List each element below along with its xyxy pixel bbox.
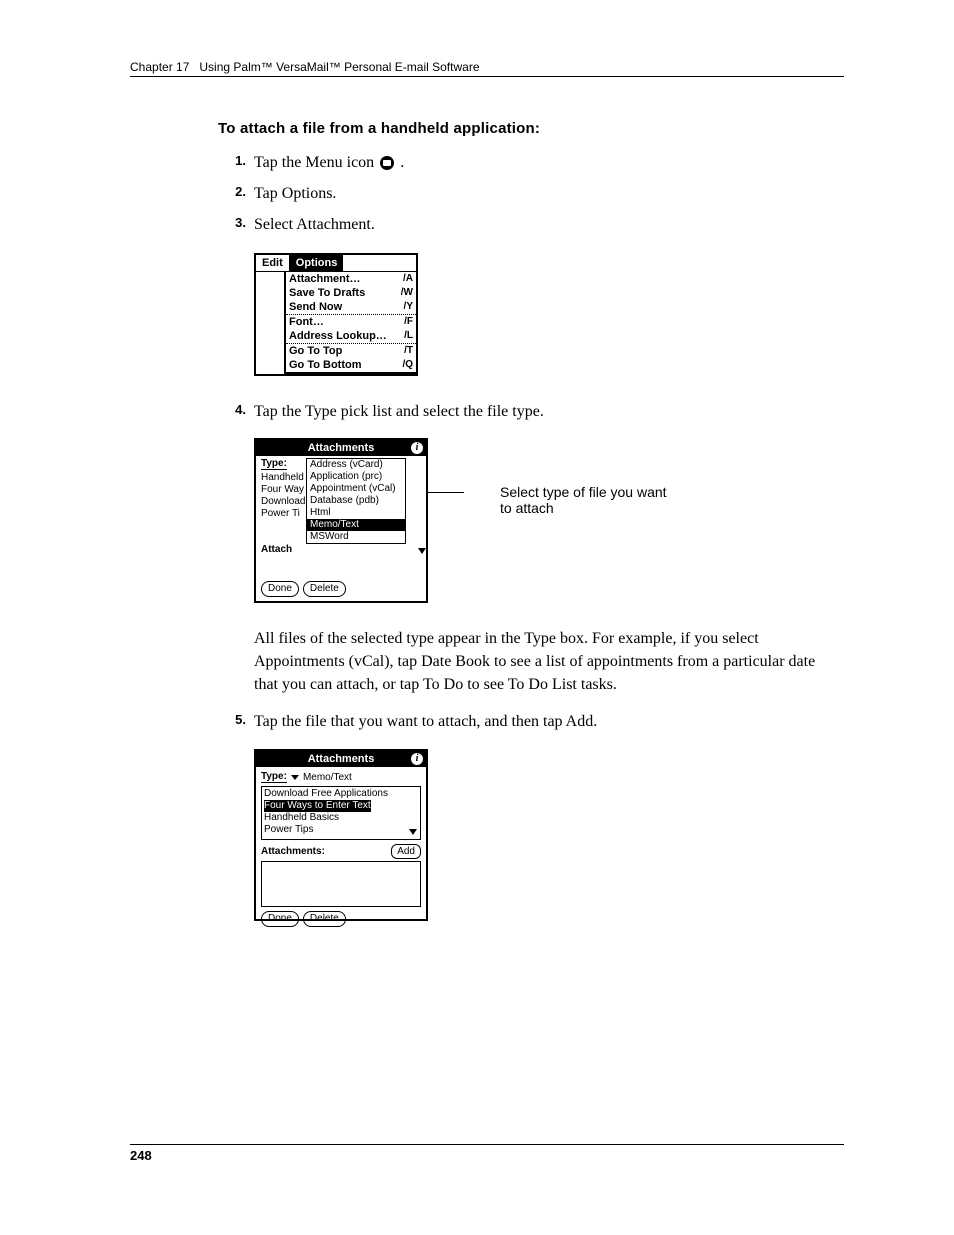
type-picker-dropdown[interactable]: Address (vCard) Application (prc) Appoin… bbox=[306, 458, 406, 544]
menuitem-address-lookup[interactable]: Address Lookup…/L bbox=[286, 329, 416, 343]
menubar: Edit Options bbox=[256, 255, 416, 272]
step-text: Tap Options. bbox=[254, 182, 838, 205]
attachments-box bbox=[261, 861, 421, 907]
add-button[interactable]: Add bbox=[391, 844, 421, 859]
menuitem-font[interactable]: Font…/F bbox=[286, 315, 416, 329]
section-heading: To attach a file from a handheld applica… bbox=[218, 120, 838, 137]
callout-line bbox=[428, 492, 464, 493]
done-button[interactable]: Done bbox=[261, 911, 299, 927]
step-number: 4. bbox=[218, 400, 254, 417]
step-number: 3. bbox=[218, 213, 254, 230]
type-label: Type: bbox=[261, 458, 287, 470]
type-option-selected[interactable]: Memo/Text bbox=[307, 519, 405, 531]
type-option[interactable]: Database (pdb) bbox=[307, 495, 405, 507]
figure-2-wrap: Attachments i Type: Handheld Four Way Do… bbox=[218, 438, 838, 603]
dialog-title: Attachments i bbox=[256, 440, 426, 456]
type-option[interactable]: Html bbox=[307, 507, 405, 519]
step-3: 3. Select Attachment. bbox=[218, 213, 838, 236]
step-5: 5. Tap the file that you want to attach,… bbox=[218, 710, 838, 733]
done-button[interactable]: Done bbox=[261, 581, 299, 597]
menuitem-go-bottom[interactable]: Go To Bottom/Q bbox=[286, 358, 416, 372]
step-number: 2. bbox=[218, 182, 254, 199]
menu-edit[interactable]: Edit bbox=[256, 255, 290, 271]
menu-options[interactable]: Options bbox=[290, 255, 344, 271]
list-item-selected[interactable]: Four Ways to Enter Text bbox=[264, 800, 371, 812]
type-option[interactable]: Appointment (vCal) bbox=[307, 483, 405, 495]
step-text: Select Attachment. bbox=[254, 213, 838, 236]
step-number: 5. bbox=[218, 710, 254, 727]
type-label: Type: bbox=[261, 771, 287, 783]
page-number: 248 bbox=[130, 1148, 152, 1163]
list-item[interactable]: Download Free Applications bbox=[264, 788, 418, 800]
step-text: Tap the file that you want to attach, an… bbox=[254, 710, 838, 733]
chevron-down-icon bbox=[291, 775, 299, 780]
chapter-number: Chapter 17 bbox=[130, 60, 189, 74]
list-item[interactable]: Power Tips bbox=[264, 824, 418, 836]
menuitem-save-drafts[interactable]: Save To Drafts/W bbox=[286, 286, 416, 300]
step-number: 1. bbox=[218, 151, 254, 168]
list-item[interactable]: Handheld Basics bbox=[264, 812, 418, 824]
attachments-label: Attach bbox=[261, 544, 292, 555]
menuitem-go-top[interactable]: Go To Top/T bbox=[286, 344, 416, 358]
menuitem-attachment[interactable]: Attachment…/A bbox=[286, 272, 416, 286]
options-dropdown: Attachment…/A Save To Drafts/W Send Now/… bbox=[284, 272, 418, 375]
footer-rule bbox=[130, 1144, 844, 1145]
menu-icon bbox=[380, 156, 394, 170]
step-1: 1. Tap the Menu icon . bbox=[218, 151, 838, 174]
figure-attachments-list: Attachments i Type: Memo/Text Download F… bbox=[254, 749, 428, 921]
type-option[interactable]: MSWord bbox=[307, 531, 405, 543]
step-2: 2. Tap Options. bbox=[218, 182, 838, 205]
chapter-title: Using Palm™ VersaMail™ Personal E-mail S… bbox=[199, 60, 479, 74]
step-text: Tap the Type pick list and select the fi… bbox=[254, 400, 838, 423]
type-picker[interactable]: Type: Memo/Text bbox=[261, 771, 421, 783]
chapter-header: Chapter 17 Using Palm™ VersaMail™ Person… bbox=[130, 60, 480, 74]
header-rule bbox=[130, 76, 844, 77]
scroll-down-icon[interactable] bbox=[409, 829, 417, 837]
file-list[interactable]: Download Free Applications Four Ways to … bbox=[261, 786, 421, 840]
menuitem-send-now[interactable]: Send Now/Y bbox=[286, 300, 416, 314]
type-value: Memo/Text bbox=[303, 772, 352, 783]
attachments-label: Attachments: bbox=[261, 846, 325, 857]
figure-options-menu: Edit Options Attachment…/A Save To Draft… bbox=[254, 253, 418, 377]
type-option[interactable]: Application (prc) bbox=[307, 471, 405, 483]
step-4-paragraph: All files of the selected type appear in… bbox=[254, 627, 838, 697]
figure-attachments-type: Attachments i Type: Handheld Four Way Do… bbox=[254, 438, 428, 603]
step-text: Tap the Menu icon . bbox=[254, 151, 838, 174]
delete-button[interactable]: Delete bbox=[303, 911, 346, 927]
step-4: 4. Tap the Type pick list and select the… bbox=[218, 400, 838, 423]
callout-text: Select type of file you want to attach bbox=[500, 484, 670, 516]
dialog-title: Attachments i bbox=[256, 751, 426, 767]
delete-button[interactable]: Delete bbox=[303, 581, 346, 597]
info-icon[interactable]: i bbox=[411, 753, 423, 765]
main-content: To attach a file from a handheld applica… bbox=[218, 120, 838, 921]
scroll-down-icon[interactable] bbox=[418, 548, 428, 558]
background-list: Handheld Four Way Download Power Ti bbox=[261, 472, 305, 520]
info-icon[interactable]: i bbox=[411, 442, 423, 454]
type-option[interactable]: Address (vCard) bbox=[307, 459, 405, 471]
